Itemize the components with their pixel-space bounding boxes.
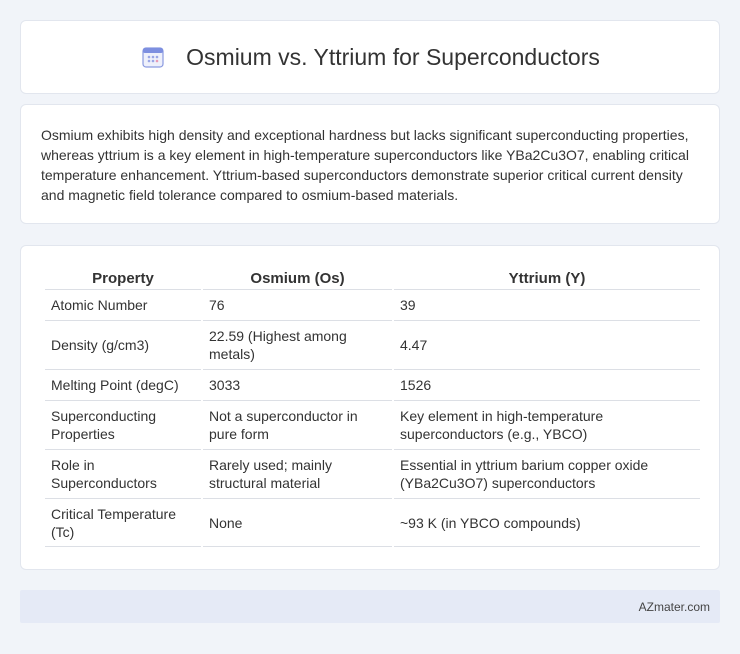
table-row: Superconducting Properties Not a superco… (45, 401, 700, 450)
cell-yttrium: ~93 K (in YBCO compounds) (394, 499, 700, 547)
cell-yttrium: 4.47 (394, 321, 700, 370)
table-row: Role in Superconductors Rarely used; mai… (45, 450, 700, 499)
cell-property: Density (g/cm3) (45, 321, 201, 370)
cell-property: Role in Superconductors (45, 450, 201, 499)
cell-osmium: 76 (203, 290, 392, 321)
cell-osmium: 22.59 (Highest among metals) (203, 321, 392, 370)
footer-brand[interactable]: AZmater.com (639, 600, 710, 614)
cell-yttrium: 1526 (394, 370, 700, 401)
table-card: Property Osmium (Os) Yttrium (Y) Atomic … (20, 245, 720, 570)
cell-yttrium: 39 (394, 290, 700, 321)
cell-yttrium: Essential in yttrium barium copper oxide… (394, 450, 700, 499)
cell-property: Melting Point (degC) (45, 370, 201, 401)
cell-osmium: Not a superconductor in pure form (203, 401, 392, 450)
table-row: Density (g/cm3) 22.59 (Highest among met… (45, 321, 700, 370)
page: Osmium vs. Yttrium for Superconductors O… (0, 0, 740, 654)
cell-osmium: None (203, 499, 392, 547)
cell-osmium: 3033 (203, 370, 392, 401)
footer-band: AZmater.com (20, 590, 720, 623)
intro-card: Osmium exhibits high density and excepti… (20, 104, 720, 224)
cell-osmium: Rarely used; mainly structural material (203, 450, 392, 499)
comparison-table: Property Osmium (Os) Yttrium (Y) Atomic … (43, 266, 702, 547)
header-property: Property (45, 266, 201, 290)
table-row: Atomic Number 76 39 (45, 290, 700, 321)
page-title: Osmium vs. Yttrium for Superconductors (186, 43, 600, 70)
cell-yttrium: Key element in high-temperature supercon… (394, 401, 700, 450)
table-header-row: Property Osmium (Os) Yttrium (Y) (45, 266, 700, 290)
cell-property: Superconducting Properties (45, 401, 201, 450)
cell-property: Atomic Number (45, 290, 201, 321)
table-row: Melting Point (degC) 3033 1526 (45, 370, 700, 401)
intro-paragraph: Osmium exhibits high density and excepti… (41, 127, 689, 203)
header-osmium: Osmium (Os) (203, 266, 392, 290)
cell-property: Critical Temperature (Tc) (45, 499, 201, 547)
calendar-icon (140, 45, 166, 69)
table-row: Critical Temperature (Tc) None ~93 K (in… (45, 499, 700, 547)
header-yttrium: Yttrium (Y) (394, 266, 700, 290)
title-card: Osmium vs. Yttrium for Superconductors (20, 20, 720, 94)
